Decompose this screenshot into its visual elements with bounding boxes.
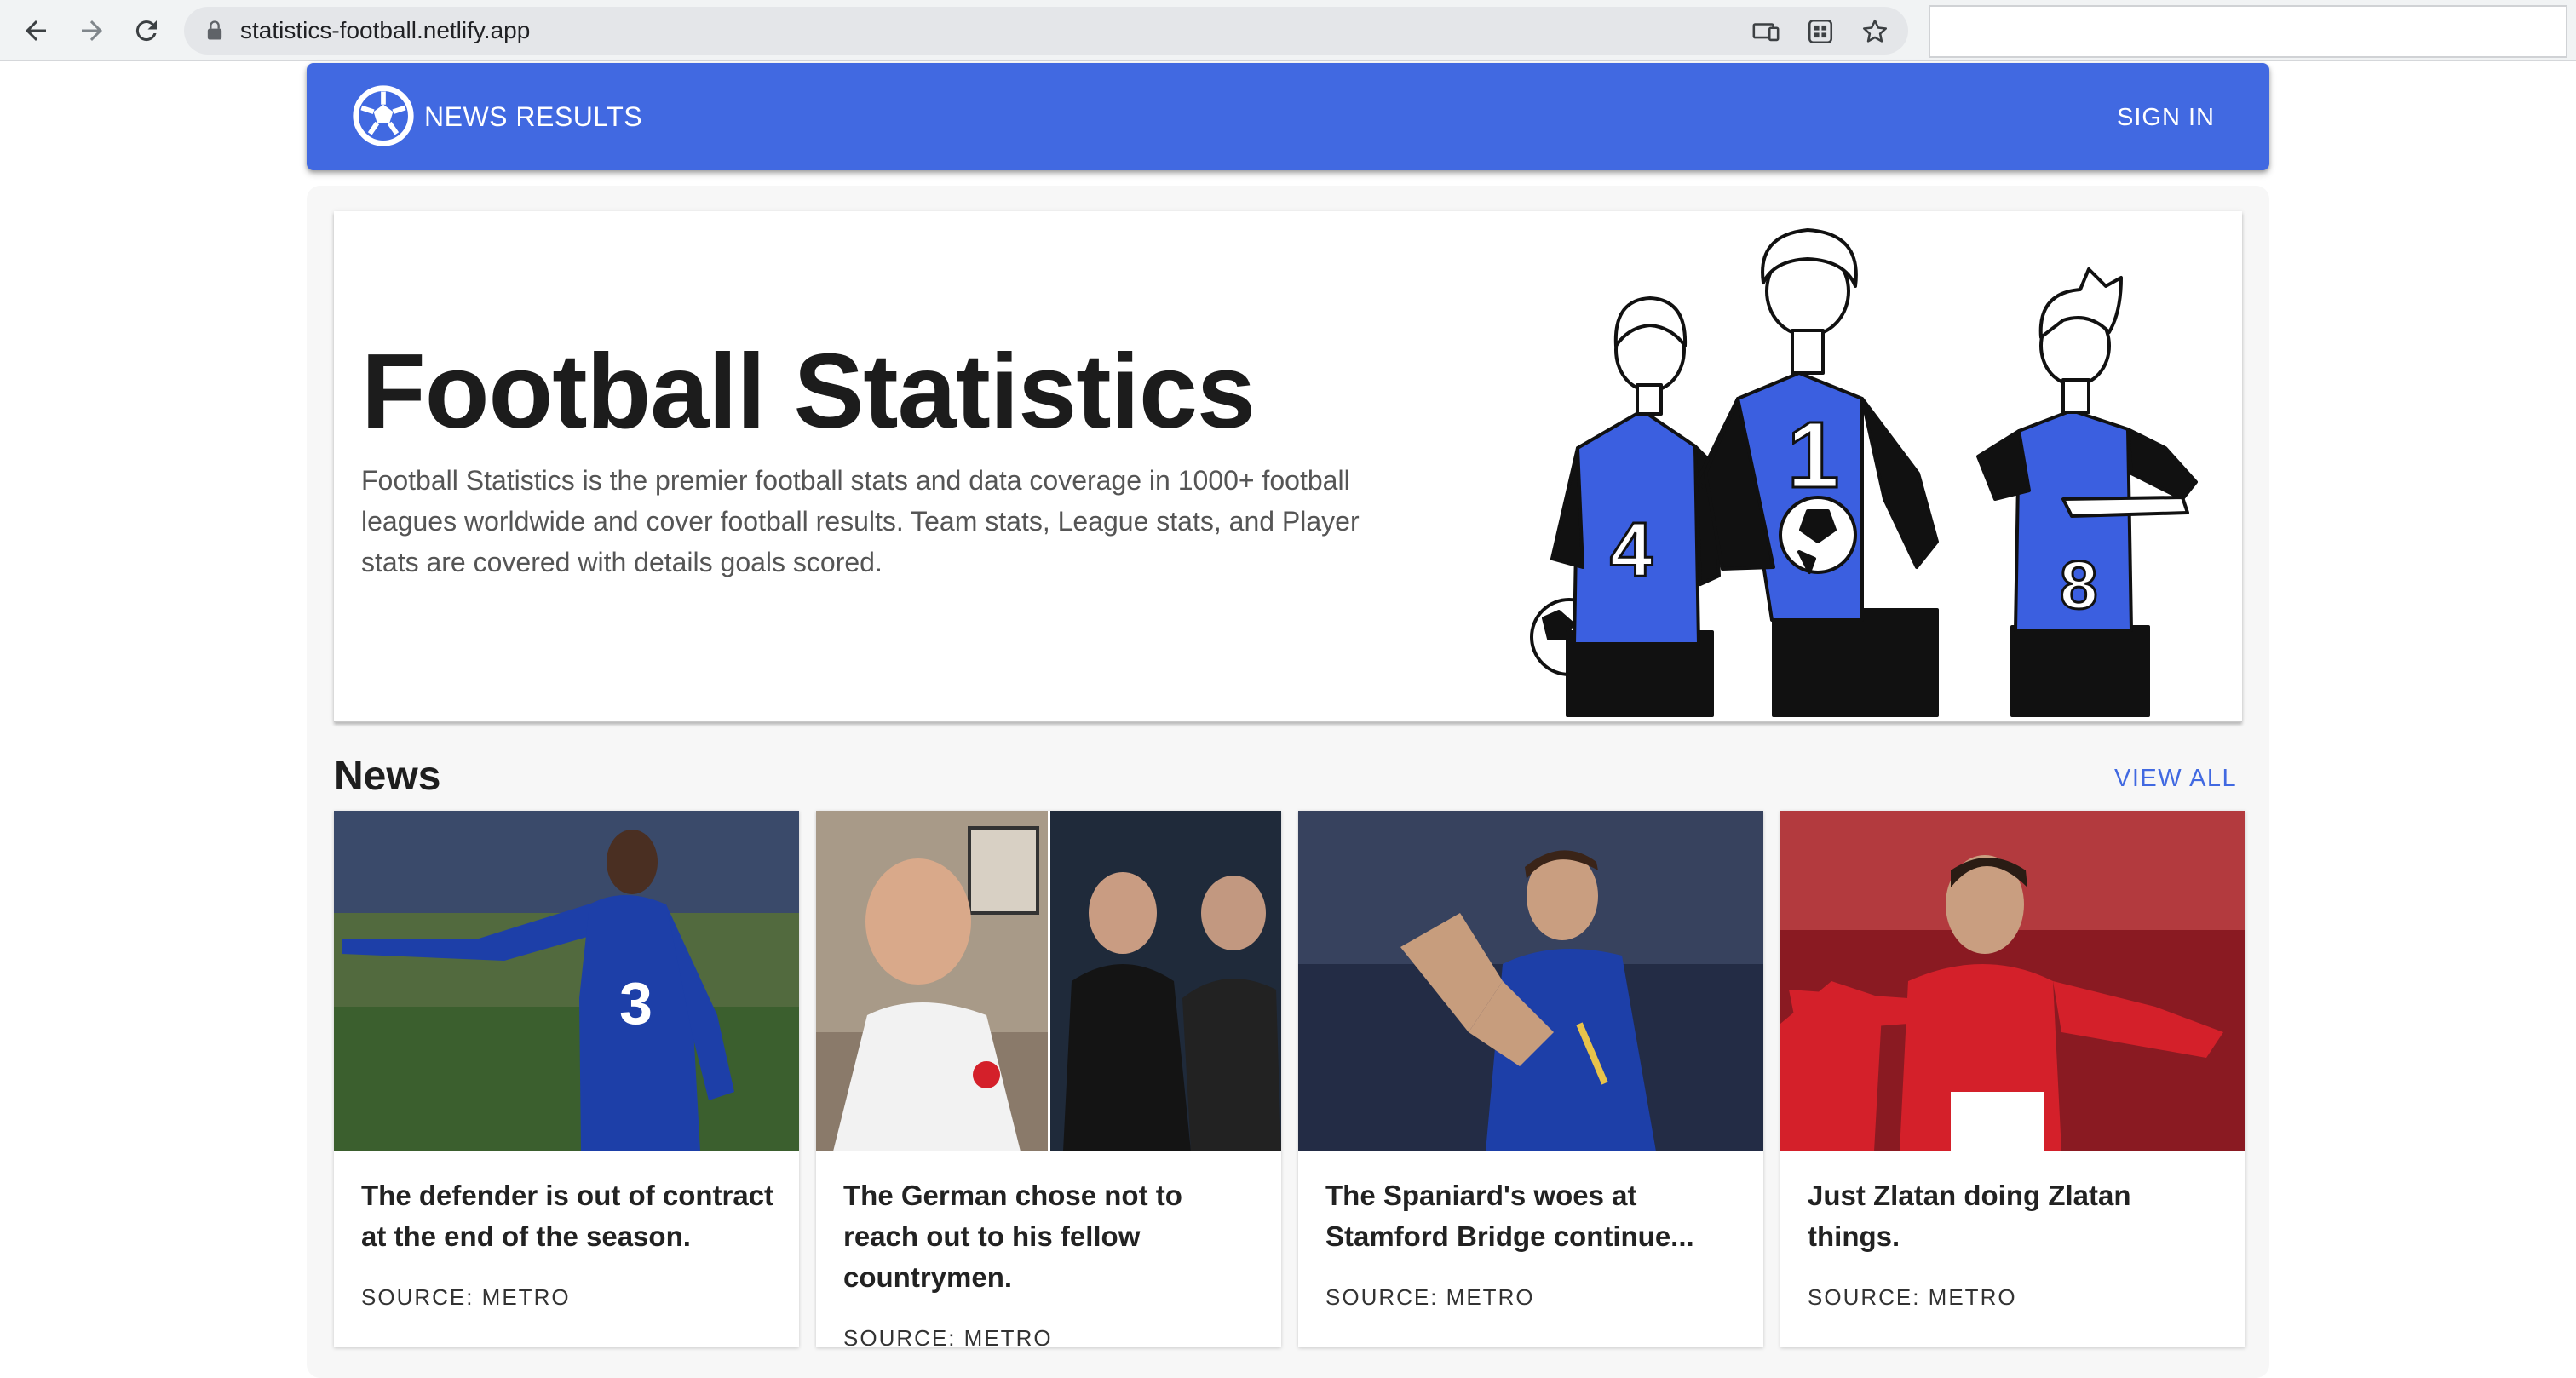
view-all-link[interactable]: VIEW ALL [2114, 765, 2237, 793]
news-source: SOURCE: METRO [1808, 1284, 2017, 1310]
jersey-number-4: 4 [1610, 508, 1653, 593]
app-bar: NEWS RESULTS SIGN IN [307, 63, 2269, 170]
qr-code-icon[interactable] [1806, 17, 1835, 46]
browser-toolbar: statistics-football.netlify.app [0, 0, 2576, 61]
toolbar-extension-area [1929, 5, 2567, 58]
news-headline[interactable]: The Spaniard's woes at Stamford Bridge c… [1325, 1175, 1743, 1257]
news-source: SOURCE: METRO [361, 1284, 571, 1310]
address-bar[interactable]: statistics-football.netlify.app [184, 7, 1908, 55]
news-card[interactable]: The German chose not to reach out to his… [816, 811, 1281, 1347]
reload-icon [135, 20, 157, 42]
news-card[interactable]: 3 The defender is out of contract at the… [334, 811, 799, 1347]
news-image[interactable]: 3 [334, 811, 799, 1151]
arrow-right-icon [82, 20, 102, 41]
star-icon[interactable] [1860, 17, 1889, 46]
news-image[interactable] [1780, 811, 2245, 1151]
hero-title: Football Statistics [361, 333, 1256, 451]
news-image[interactable] [816, 811, 1281, 1151]
jersey-number-8: 8 [2060, 547, 2098, 623]
brand-title[interactable]: NEWS RESULTS [424, 63, 642, 170]
sign-in-button[interactable]: SIGN IN [2113, 94, 2218, 141]
players-illustration: 4 1 8 [1530, 228, 2198, 717]
news-section-title: News [334, 754, 441, 799]
cast-icon[interactable] [1751, 17, 1780, 46]
jersey-number-1: 1 [1787, 403, 1839, 508]
player-left [1530, 296, 1721, 717]
hero-description: Football Statistics is the premier footb… [361, 465, 1360, 577]
reload-button[interactable] [124, 9, 169, 53]
url-text[interactable]: statistics-football.netlify.app [240, 7, 530, 55]
arrow-left-icon [26, 20, 46, 41]
back-button[interactable] [14, 9, 58, 53]
news-headline[interactable]: The German chose not to reach out to his… [843, 1175, 1261, 1298]
news-headline[interactable]: The defender is out of contract at the e… [361, 1175, 779, 1257]
lock-icon [207, 20, 222, 40]
player-right [1976, 267, 2198, 717]
news-source: SOURCE: METRO [1325, 1284, 1535, 1310]
news-image[interactable] [1298, 811, 1763, 1151]
news-headline[interactable]: Just Zlatan doing Zlatan things. [1808, 1175, 2225, 1257]
soccer-ball-icon[interactable] [351, 83, 416, 148]
news-card[interactable]: The Spaniard's woes at Stamford Bridge c… [1298, 811, 1763, 1347]
news-source: SOURCE: METRO [843, 1325, 1053, 1347]
hero-card: Football Statistics Football Statistics … [334, 211, 2242, 722]
svg-text:3: 3 [619, 970, 653, 1036]
forward-button[interactable] [70, 9, 114, 53]
news-card[interactable]: Just Zlatan doing Zlatan things. SOURCE:… [1780, 811, 2245, 1347]
